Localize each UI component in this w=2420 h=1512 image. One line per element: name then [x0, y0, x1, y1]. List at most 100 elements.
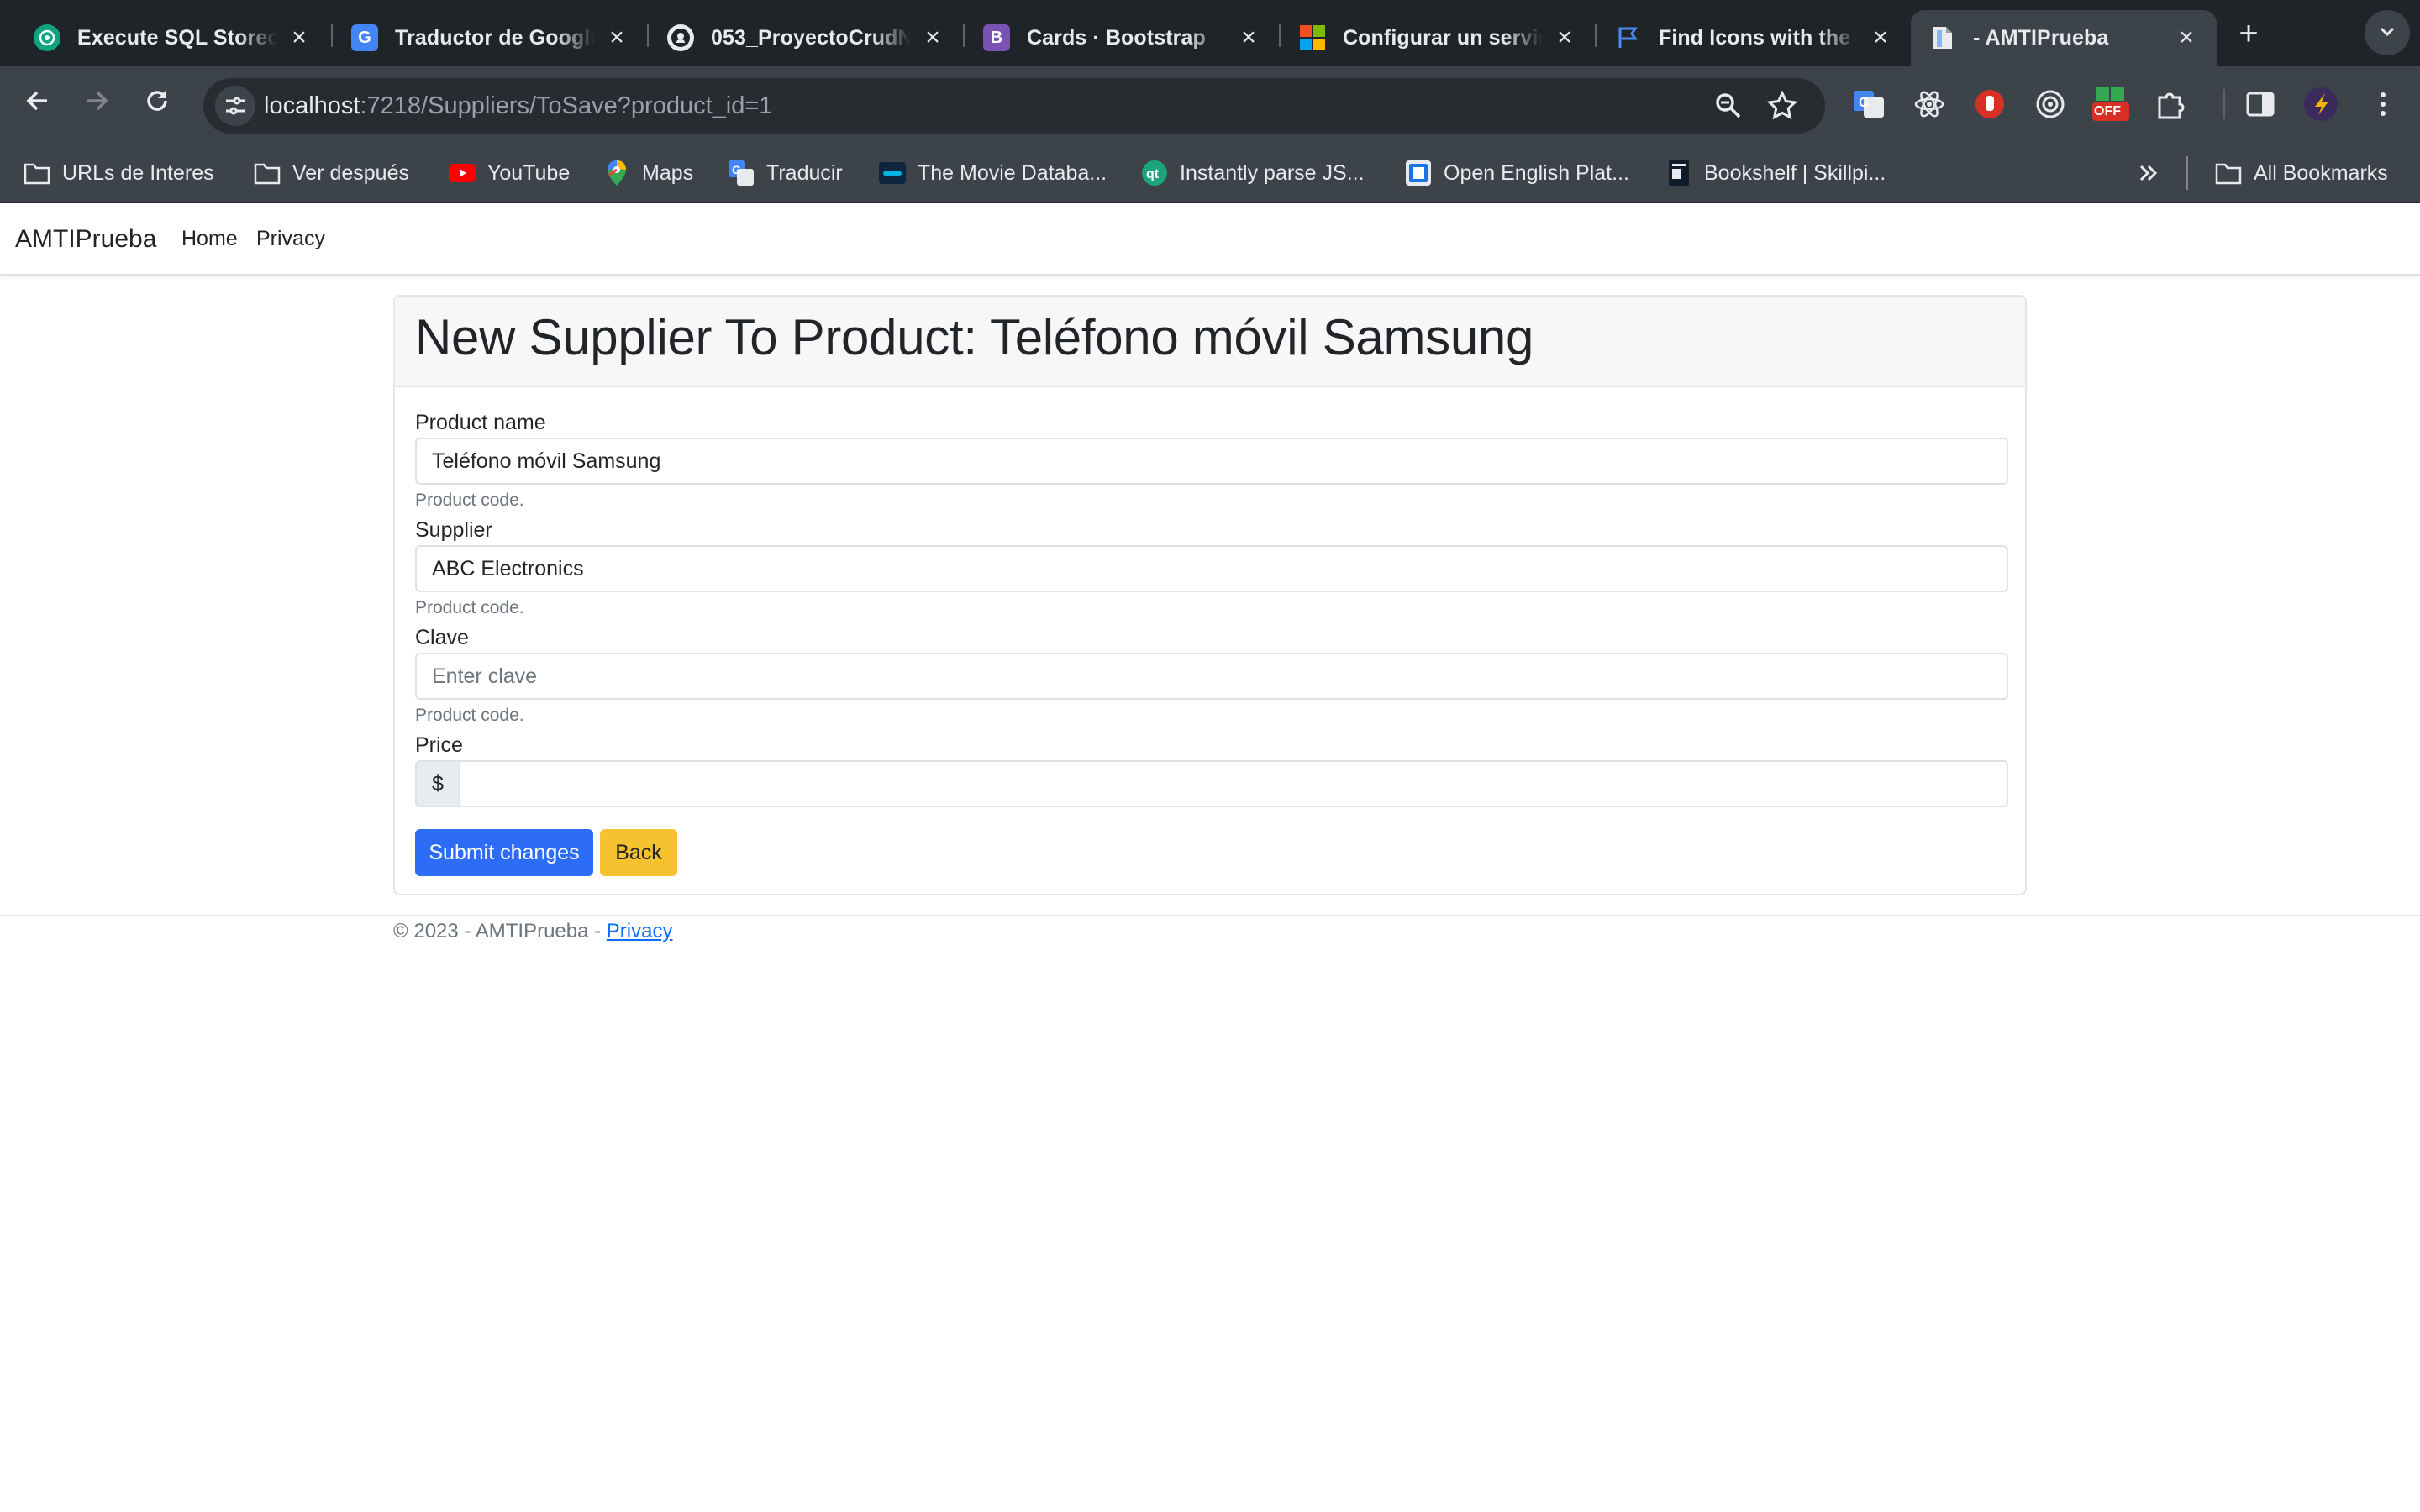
svg-text:G: G — [732, 163, 741, 176]
off-badge-extension-icon[interactable]: OFF — [2091, 84, 2131, 124]
tab-title: Execute SQL Stored Procedure — [77, 25, 277, 50]
tab-amtiprueba[interactable]: - AMTIPrueba × — [1911, 10, 2217, 66]
tab-github[interactable]: 053_ProyectoCrudNetCore × — [649, 10, 963, 66]
bookmark-label: All Bookmarks — [2254, 160, 2388, 185]
bookmark-urls-de-interes[interactable]: URLs de Interes — [24, 144, 214, 202]
bookmarks-bar: URLs de Interes Ver después YouTube Maps… — [0, 144, 2420, 203]
close-icon[interactable]: × — [921, 25, 944, 50]
tab-title: 053_ProyectoCrudNetCore — [711, 25, 911, 50]
tab-microsoft[interactable]: Configurar un servicio × — [1281, 10, 1595, 66]
youtube-icon — [449, 160, 476, 186]
new-tab-button[interactable]: + — [2230, 17, 2267, 54]
close-icon[interactable]: × — [1553, 25, 1576, 50]
side-panel-icon[interactable] — [2240, 84, 2281, 124]
address-bar[interactable]: localhost:7218/Suppliers/ToSave?product_… — [203, 78, 1825, 134]
close-icon[interactable]: × — [605, 25, 629, 50]
tab-title: Configurar un servicio — [1343, 25, 1543, 50]
double-chevron-right-icon — [2139, 165, 2158, 181]
supplier-label: Supplier — [415, 518, 492, 542]
product-name-label: Product name — [415, 411, 546, 434]
tab-search-button[interactable] — [2365, 10, 2410, 55]
bookmark-ver-despues[interactable]: Ver después — [254, 144, 409, 202]
extension-badge: OFF — [2094, 104, 2121, 118]
github-icon — [667, 24, 694, 51]
bookmark-label: Ver después — [292, 160, 409, 185]
url-host: localhost — [264, 92, 360, 119]
bookmark-traducir[interactable]: G Traducir — [728, 144, 843, 202]
bookmark-star-icon[interactable] — [1766, 90, 1798, 122]
bookshelf-icon — [1665, 160, 1692, 186]
flag-icon — [1615, 24, 1642, 51]
site-navbar: AMTIPrueba Home Privacy — [0, 203, 2420, 276]
forward-button[interactable] — [76, 84, 118, 126]
submit-changes-button[interactable]: Submit changes — [415, 829, 593, 876]
google-translate-icon: G — [351, 24, 378, 51]
bootstrap-icon: B — [983, 24, 1010, 51]
page-icon — [1929, 24, 1956, 51]
tab-execute-sql[interactable]: Execute SQL Stored Procedure × — [15, 10, 329, 66]
bookmark-label: URLs de Interes — [62, 160, 214, 185]
google-translate-extension-icon[interactable]: G — [1849, 84, 1889, 124]
tab-find-icons[interactable]: Find Icons with the Magnifying Glass × — [1597, 10, 1911, 66]
close-icon[interactable]: × — [2175, 25, 2198, 50]
open-english-icon — [1405, 160, 1432, 186]
folder-icon — [254, 160, 281, 186]
bookmark-maps[interactable]: Maps — [603, 144, 693, 202]
bookmark-label: Open English Plat... — [1444, 160, 1629, 185]
nav-link-home[interactable]: Home — [182, 227, 238, 251]
zoom-icon[interactable] — [1712, 90, 1744, 122]
clave-input[interactable] — [415, 653, 2008, 700]
stop-hand-extension-icon[interactable] — [1970, 84, 2010, 124]
navbar-brand[interactable]: AMTIPrueba — [15, 225, 156, 254]
price-label: Price — [415, 733, 463, 757]
all-bookmarks-button[interactable]: All Bookmarks — [2215, 144, 2388, 202]
bookmark-quicktype[interactable]: qt Instantly parse JS... — [1141, 144, 1365, 202]
bookmark-the-movie-database[interactable]: The Movie Databa... — [879, 144, 1107, 202]
site-footer: © 2023 - AMTIPrueba - Privacy — [393, 920, 672, 943]
bookmark-label: The Movie Databa... — [918, 160, 1107, 185]
tab-bootstrap-cards[interactable]: B Cards · Bootstrap × — [965, 10, 1279, 66]
back-button[interactable] — [17, 84, 59, 126]
close-icon[interactable]: × — [287, 25, 311, 50]
price-input[interactable] — [459, 760, 2008, 807]
footer-divider — [0, 915, 2420, 916]
close-icon[interactable]: × — [1869, 25, 1892, 50]
chatgpt-icon — [34, 24, 60, 51]
bookmark-bookshelf-skillpipe[interactable]: Bookshelf | Skillpi... — [1665, 144, 1886, 202]
supplier-input[interactable] — [415, 545, 2008, 592]
page-title: New Supplier To Product: Teléfono móvil … — [415, 309, 1534, 365]
target-extension-icon[interactable] — [2030, 84, 2070, 124]
url-path: :7218/Suppliers/ToSave?product_id=1 — [360, 92, 773, 119]
bookmark-youtube[interactable]: YouTube — [449, 144, 570, 202]
tab-google-translate[interactable]: G Traductor de Google × — [333, 10, 647, 66]
toolbar-separator — [2223, 89, 2225, 119]
arrow-left-icon — [26, 91, 47, 111]
bookmark-label: Instantly parse JS... — [1180, 160, 1365, 185]
extensions-puzzle-icon[interactable] — [2151, 84, 2191, 124]
bookmark-label: YouTube — [487, 160, 571, 185]
bookmark-open-english[interactable]: Open English Plat... — [1405, 144, 1629, 202]
supplier-form-card: New Supplier To Product: Teléfono móvil … — [393, 295, 2027, 895]
more-bookmarks-button[interactable] — [2136, 144, 2161, 202]
site-info-button[interactable] — [215, 86, 255, 126]
tab-title: Find Icons with the Magnifying Glass — [1659, 25, 1859, 50]
react-devtools-icon[interactable] — [1909, 84, 1949, 124]
chrome-menu-icon[interactable] — [2363, 84, 2403, 124]
back-button[interactable]: Back — [600, 829, 677, 876]
clave-label: Clave — [415, 626, 469, 649]
folder-icon — [2215, 160, 2242, 186]
folder-icon — [24, 160, 50, 186]
price-input-group: $ — [415, 760, 2008, 807]
bookmark-label: Traducir — [766, 160, 843, 185]
bookmark-label: Bookshelf | Skillpi... — [1704, 160, 1886, 185]
nav-link-privacy[interactable]: Privacy — [256, 227, 325, 251]
product-name-input[interactable] — [415, 438, 2008, 485]
profile-avatar[interactable] — [2301, 84, 2341, 124]
url-text[interactable]: localhost:7218/Suppliers/ToSave?product_… — [264, 92, 772, 120]
close-icon[interactable]: × — [1237, 25, 1260, 50]
svg-text:G: G — [1859, 96, 1869, 110]
footer-privacy-link[interactable]: Privacy — [607, 920, 673, 942]
tune-icon — [226, 97, 245, 115]
tmdb-icon — [879, 160, 906, 186]
reload-button[interactable] — [136, 84, 178, 126]
